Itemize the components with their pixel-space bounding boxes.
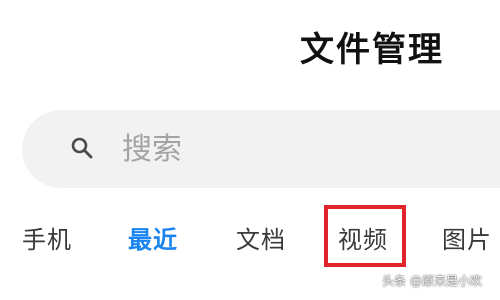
page-title: 文件管理: [300, 30, 444, 70]
watermark: 头条 @原来是小欢: [382, 274, 482, 288]
search-bar[interactable]: [22, 110, 500, 188]
category-tabs: 手机 最近 文档 视频 图片: [0, 204, 500, 274]
tab-documents[interactable]: 文档: [236, 222, 286, 258]
video-tab-highlight-box: [324, 205, 406, 267]
search-input[interactable]: [122, 128, 422, 170]
file-manager-screen: 文件管理 手机 最近 文档 视频 图片 头条 @原来是小欢: [0, 0, 500, 300]
search-icon: [70, 136, 94, 160]
tab-images[interactable]: 图片: [442, 222, 492, 258]
tab-recent[interactable]: 最近: [128, 222, 178, 258]
tab-phone[interactable]: 手机: [22, 222, 72, 258]
